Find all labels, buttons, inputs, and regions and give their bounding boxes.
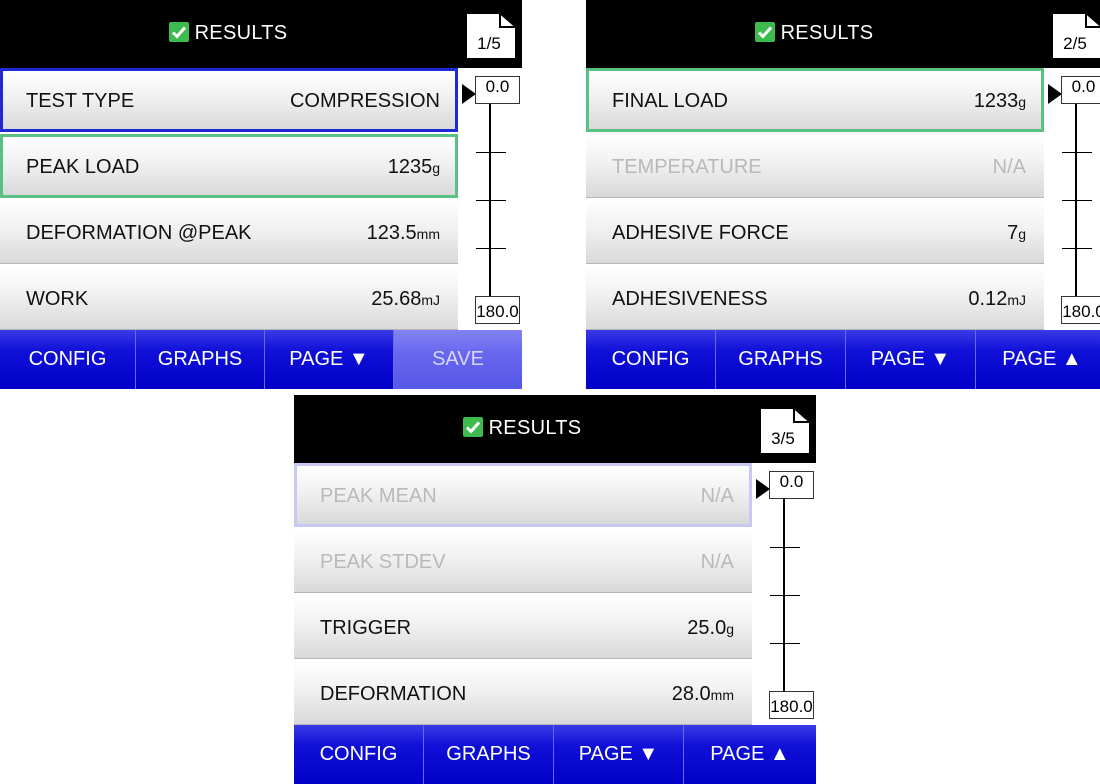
result-row-final-load[interactable]: FINAL LOAD 1233g xyxy=(586,68,1044,132)
result-label: DEFORMATION xyxy=(320,683,467,705)
scroll-scale[interactable]: 0.0 180.0 xyxy=(754,463,816,725)
scale-tick xyxy=(1062,200,1092,201)
scale-tick xyxy=(1062,152,1092,153)
result-row-deformation-peak[interactable]: DEFORMATION @PEAK 123.5mm xyxy=(0,200,458,264)
scale-tick xyxy=(770,643,800,644)
result-row-adhesive-force[interactable]: ADHESIVE FORCE 7g xyxy=(586,200,1044,264)
result-value: 25.68mJ xyxy=(371,288,440,310)
scroll-scale[interactable]: 0.0 180.0 xyxy=(1046,68,1100,330)
result-value: 123.5mm xyxy=(366,222,440,244)
scale-tick xyxy=(1062,248,1092,249)
header-bar: RESULTS 2/5 xyxy=(586,0,1100,68)
result-label: TEST TYPE xyxy=(26,90,135,112)
scale-top-value: 0.0 xyxy=(1061,76,1100,104)
save-button[interactable]: SAVE xyxy=(394,330,522,389)
result-row-temperature[interactable]: TEMPERATURE N/A xyxy=(586,134,1044,198)
config-button[interactable]: CONFIG xyxy=(294,725,424,784)
results-list: FINAL LOAD 1233g TEMPERATURE N/A ADHESIV… xyxy=(586,68,1046,330)
result-label: PEAK LOAD xyxy=(26,156,140,178)
graphs-button[interactable]: GRAPHS xyxy=(136,330,265,389)
page-up-button[interactable]: PAGE ▲ xyxy=(976,330,1100,389)
header-bar: RESULTS 3/5 xyxy=(294,395,816,463)
result-label: DEFORMATION @PEAK xyxy=(26,222,252,244)
graphs-button[interactable]: GRAPHS xyxy=(424,725,554,784)
scale-top-value: 0.0 xyxy=(769,471,814,499)
result-label: PEAK STDEV xyxy=(320,551,446,573)
page-document-icon[interactable]: 1/5 xyxy=(462,11,518,61)
result-row-adhesiveness[interactable]: ADHESIVENESS 0.12mJ xyxy=(586,266,1044,330)
result-value: N/A xyxy=(992,156,1026,178)
triangle-pointer-icon xyxy=(462,84,476,104)
result-row-peak-load[interactable]: PEAK LOAD 1235g xyxy=(0,134,458,198)
title-text: RESULTS xyxy=(194,22,288,44)
config-button[interactable]: CONFIG xyxy=(586,330,716,389)
button-bar: CONFIG GRAPHS PAGE ▼ SAVE xyxy=(0,330,522,389)
result-row-trigger[interactable]: TRIGGER 25.0g xyxy=(294,595,752,659)
result-value: N/A xyxy=(700,485,734,507)
result-row-peak-mean[interactable]: PEAK MEAN N/A xyxy=(294,463,752,527)
page-indicator: 1/5 xyxy=(477,34,501,53)
header-title: RESULTS xyxy=(0,22,456,45)
result-row-peak-stdev[interactable]: PEAK STDEV N/A xyxy=(294,529,752,593)
button-bar: CONFIG GRAPHS PAGE ▼ PAGE ▲ xyxy=(586,330,1100,389)
page-indicator: 2/5 xyxy=(1063,34,1087,53)
header-title: RESULTS xyxy=(586,22,1042,45)
check-icon xyxy=(754,22,775,42)
scale-tick xyxy=(476,248,506,249)
result-label: ADHESIVE FORCE xyxy=(612,222,789,244)
scale-bottom-value: 180.0 xyxy=(1061,296,1100,324)
page-indicator: 3/5 xyxy=(771,429,795,448)
page-down-button[interactable]: PAGE ▼ xyxy=(265,330,394,389)
header-title: RESULTS xyxy=(294,417,750,440)
check-icon xyxy=(462,417,483,437)
scale-tick xyxy=(770,595,800,596)
result-value: 1233g xyxy=(973,90,1026,112)
triangle-pointer-icon xyxy=(1048,84,1062,104)
page-down-button[interactable]: PAGE ▼ xyxy=(846,330,976,389)
result-label: TRIGGER xyxy=(320,617,412,639)
result-value: 7g xyxy=(1007,222,1026,244)
scale-tick xyxy=(770,547,800,548)
header-bar: RESULTS 1/5 xyxy=(0,0,522,68)
page-document-icon[interactable]: 3/5 xyxy=(756,406,812,456)
check-icon xyxy=(168,22,189,42)
button-bar: CONFIG GRAPHS PAGE ▼ PAGE ▲ xyxy=(294,725,816,784)
page-down-button[interactable]: PAGE ▼ xyxy=(554,725,684,784)
result-value: N/A xyxy=(700,551,734,573)
result-value: COMPRESSION xyxy=(289,90,440,112)
results-panel-page-3: RESULTS 3/5 PEAK MEAN N/A PEAK STDEV N/A… xyxy=(294,395,816,784)
result-row-work[interactable]: WORK 25.68mJ xyxy=(0,266,458,330)
result-label: ADHESIVENESS xyxy=(612,288,768,310)
results-list: TEST TYPE COMPRESSION PEAK LOAD 1235g DE… xyxy=(0,68,460,330)
scale-tick xyxy=(476,152,506,153)
result-label: TEMPERATURE xyxy=(612,156,762,178)
graphs-button[interactable]: GRAPHS xyxy=(716,330,846,389)
result-label: WORK xyxy=(26,288,89,310)
results-panel-page-1: RESULTS 1/5 TEST TYPE COMPRESSION PEAK L… xyxy=(0,0,522,389)
triangle-pointer-icon xyxy=(756,479,770,499)
scale-tick xyxy=(476,200,506,201)
scale-bottom-value: 180.0 xyxy=(769,691,814,719)
title-text: RESULTS xyxy=(780,22,874,44)
title-text: RESULTS xyxy=(488,417,582,439)
scale-bottom-value: 180.0 xyxy=(475,296,520,324)
result-value: 28.0mm xyxy=(671,683,734,705)
scale-top-value: 0.0 xyxy=(475,76,520,104)
results-list: PEAK MEAN N/A PEAK STDEV N/A TRIGGER 25.… xyxy=(294,463,754,725)
results-panel-page-2: RESULTS 2/5 FINAL LOAD 1233g TEMPERATURE… xyxy=(586,0,1100,389)
result-value: 25.0g xyxy=(687,617,734,639)
result-value: 1235g xyxy=(387,156,440,178)
result-value: 0.12mJ xyxy=(968,288,1026,310)
scroll-scale[interactable]: 0.0 180.0 xyxy=(460,68,522,330)
result-row-deformation[interactable]: DEFORMATION 28.0mm xyxy=(294,661,752,725)
page-document-icon[interactable]: 2/5 xyxy=(1048,11,1100,61)
result-label: PEAK MEAN xyxy=(320,485,437,507)
result-row-test-type[interactable]: TEST TYPE COMPRESSION xyxy=(0,68,458,132)
config-button[interactable]: CONFIG xyxy=(0,330,136,389)
page-up-button[interactable]: PAGE ▲ xyxy=(684,725,816,784)
result-label: FINAL LOAD xyxy=(612,90,728,112)
